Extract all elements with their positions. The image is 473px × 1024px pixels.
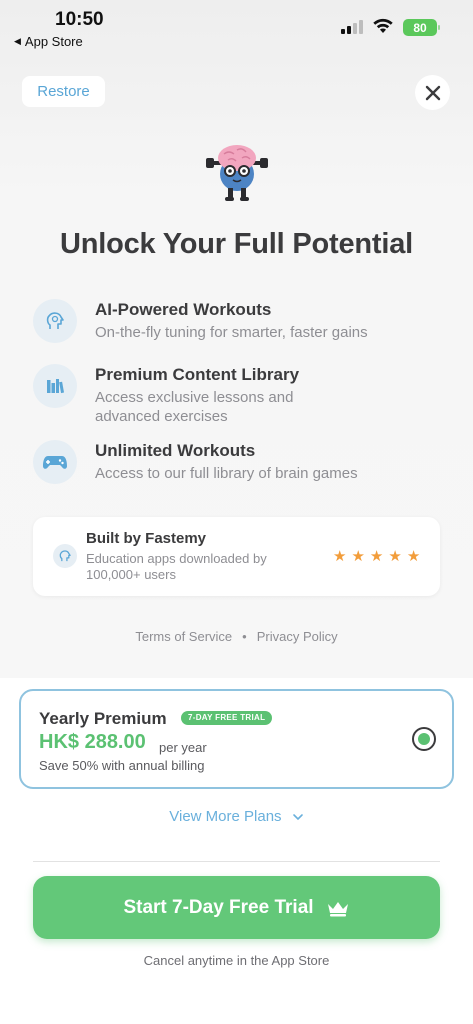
legal-links: Terms of Service • Privacy Policy [0,629,473,644]
cta-label: Start 7-Day Free Trial [123,896,314,918]
plan-period: per year [159,740,207,755]
back-arrow-icon: ◀ [14,36,21,46]
library-icon [33,364,77,408]
terms-link[interactable]: Terms of Service [135,629,232,644]
built-by-card: Built by Fastemy Education apps download… [33,517,440,596]
cellular-signal-icon [341,18,363,34]
radio-selected-dot [418,733,430,745]
gamepad-icon [33,440,77,484]
legal-separator: • [242,629,247,644]
feature-title: AI-Powered Workouts [95,300,272,319]
back-to-app-store[interactable]: ◀ App Store [14,34,83,49]
feature-content-library: Premium Content Library Access exclusive… [33,364,453,426]
built-by-desc: Education apps downloaded by 100,000+ us… [86,551,267,582]
back-label: App Store [24,34,83,49]
star-icon: ★ [333,548,347,565]
cancel-note: Cancel anytime in the App Store [143,953,330,968]
page-title: Unlock Your Full Potential [59,228,414,260]
head-icon [33,299,77,343]
start-free-trial-button[interactable]: Start 7-Day Free Trial [33,876,440,939]
rating-stars: ★ ★ ★ ★ ★ [333,547,420,565]
crown-icon [327,901,348,916]
close-icon [425,85,440,100]
trial-badge: 7-DAY FREE TRIAL [181,711,273,725]
divider [33,861,440,862]
view-more-plans-button[interactable]: View More Plans [0,808,473,825]
feature-ai-workouts: AI-Powered Workouts On-the-fly tuning fo… [33,299,453,343]
battery-level: 80 [413,20,427,35]
status-time: 10:50 [55,9,104,30]
battery-icon: 80 [403,19,440,36]
feature-unlimited-workouts: Unlimited Workouts Access to our full li… [33,440,453,484]
feature-desc: Access exclusive lessons and advanced ex… [95,389,294,425]
star-icon: ★ [406,548,421,565]
star-icon: ★ [369,548,384,565]
head-icon [53,544,77,568]
star-icon: ★ [351,548,365,565]
close-button[interactable] [415,75,450,110]
feature-title: Premium Content Library [95,365,300,384]
feature-title: Unlimited Workouts [95,441,256,460]
restore-button[interactable]: Restore [22,76,105,107]
built-by-title: Built by Fastemy [86,530,207,547]
privacy-link[interactable]: Privacy Policy [257,629,338,644]
feature-desc: Access to our full library of brain game… [95,465,358,482]
brain-mascot-icon [206,145,268,201]
more-plans-label: View More Plans [169,808,282,825]
plan-title: Yearly Premium [39,709,167,728]
plan-price: HK$ 288.00 [39,731,146,753]
feature-desc: On-the-fly tuning for smarter, faster ga… [95,324,368,341]
wifi-icon [373,18,393,33]
star-icon: ★ [388,548,402,565]
chevron-down-icon [292,814,303,821]
plan-savings: Save 50% with annual billing [39,758,205,773]
plan-radio[interactable] [412,727,436,751]
plan-option-yearly[interactable]: Yearly Premium 7-DAY FREE TRIAL HK$ 288.… [19,689,454,789]
